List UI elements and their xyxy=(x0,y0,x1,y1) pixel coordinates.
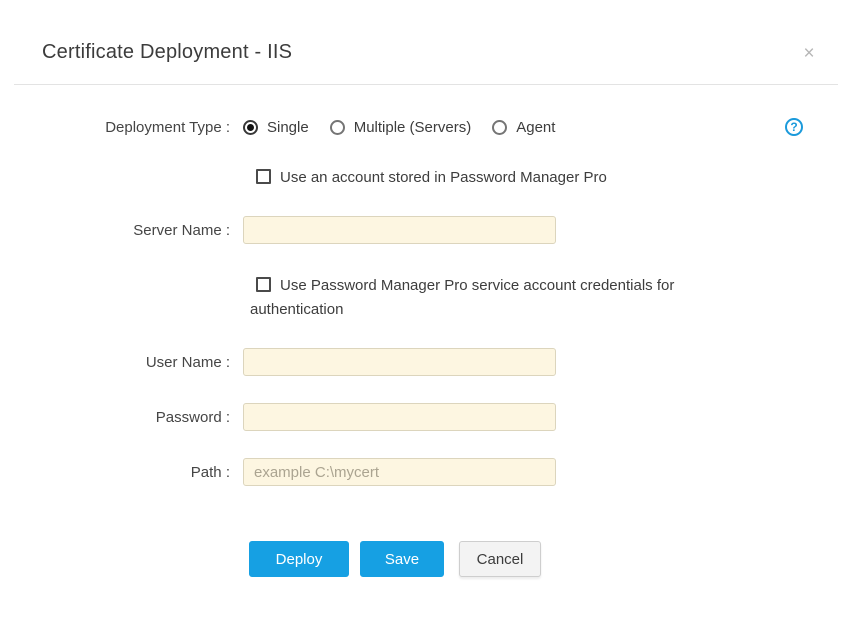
service-account-checkbox-row: Use Password Manager Pro service account… xyxy=(250,274,732,322)
password-input[interactable] xyxy=(243,403,556,431)
pmp-account-checkbox[interactable]: Use an account stored in Password Manage… xyxy=(250,169,607,186)
user-name-row: User Name : xyxy=(0,348,865,376)
password-row: Password : xyxy=(0,403,865,431)
path-row: Path : xyxy=(0,458,865,486)
cancel-button[interactable]: Cancel xyxy=(459,541,541,577)
user-name-label: User Name : xyxy=(0,354,243,371)
checkbox-icon xyxy=(256,277,271,292)
radio-label-multiple-servers: Multiple (Servers) xyxy=(354,119,472,136)
service-account-checkbox-label: Use Password Manager Pro service account… xyxy=(250,277,674,318)
pmp-account-checkbox-label: Use an account stored in Password Manage… xyxy=(280,169,607,186)
service-account-checkbox[interactable]: Use Password Manager Pro service account… xyxy=(250,277,674,318)
checkbox-icon xyxy=(256,169,271,184)
server-name-input[interactable] xyxy=(243,216,556,244)
path-input[interactable] xyxy=(243,458,556,486)
pmp-account-checkbox-row: Use an account stored in Password Manage… xyxy=(250,168,865,188)
deployment-type-label: Deployment Type : xyxy=(0,119,243,136)
password-label: Password : xyxy=(0,409,243,426)
save-button[interactable]: Save xyxy=(360,541,444,577)
radio-label-single: Single xyxy=(267,119,309,136)
deployment-type-radio-group: Single Multiple (Servers) Agent xyxy=(243,119,576,136)
radio-icon xyxy=(243,120,258,135)
dialog-actions: Deploy Save Cancel xyxy=(249,541,865,577)
radio-icon xyxy=(492,120,507,135)
dialog-title: Certificate Deployment - IIS xyxy=(42,41,838,64)
radio-icon xyxy=(330,120,345,135)
deployment-type-row: Deployment Type : Single Multiple (Serve… xyxy=(0,116,865,138)
radio-option-agent[interactable]: Agent xyxy=(492,119,555,136)
deploy-button[interactable]: Deploy xyxy=(249,541,349,577)
deployment-form: Deployment Type : Single Multiple (Serve… xyxy=(0,85,865,577)
radio-option-single[interactable]: Single xyxy=(243,119,309,136)
user-name-input[interactable] xyxy=(243,348,556,376)
certificate-deployment-dialog: Certificate Deployment - IIS × Deploymen… xyxy=(0,0,865,627)
server-name-row: Server Name : xyxy=(0,216,865,244)
server-name-label: Server Name : xyxy=(0,222,243,239)
help-icon[interactable]: ? xyxy=(785,118,803,136)
dialog-header: Certificate Deployment - IIS × xyxy=(0,0,865,64)
radio-option-multiple-servers[interactable]: Multiple (Servers) xyxy=(330,119,472,136)
close-icon[interactable]: × xyxy=(799,44,819,64)
path-label: Path : xyxy=(0,464,243,481)
radio-label-agent: Agent xyxy=(516,119,555,136)
